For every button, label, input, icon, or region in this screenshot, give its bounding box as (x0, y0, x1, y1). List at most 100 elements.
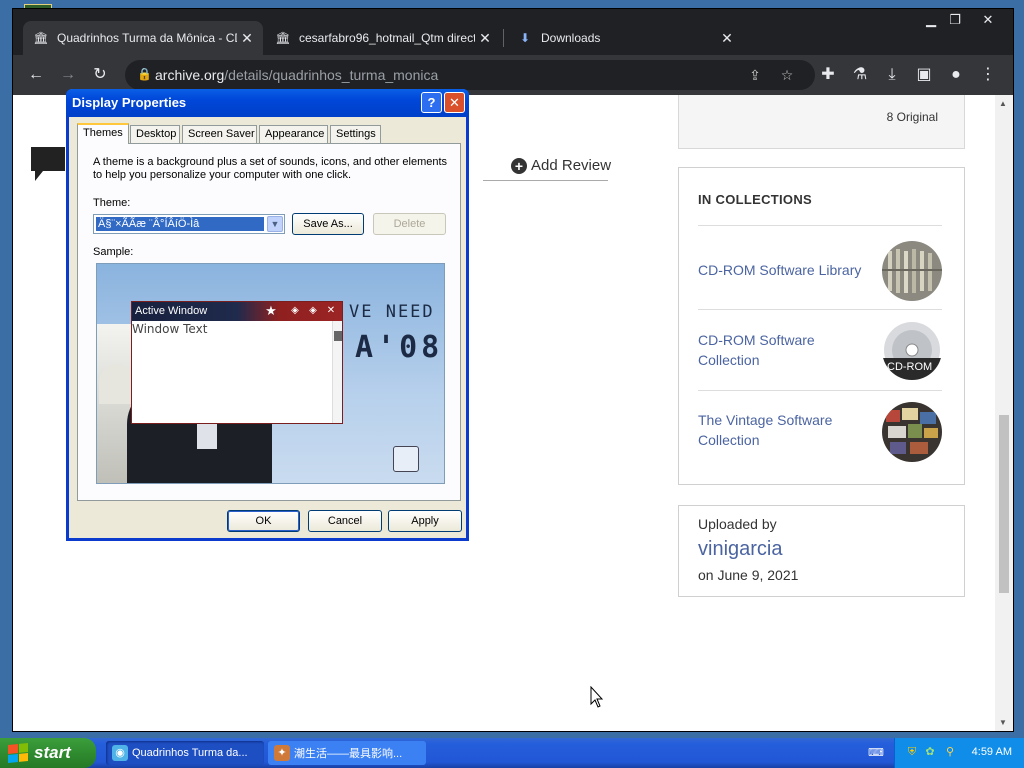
tab-quadrinhos[interactable]: 🏛 Quadrinhos Turma da Mônica - CD-R ✕ (23, 21, 263, 55)
minimize-icon: ◈ (291, 305, 299, 316)
tab-screen-saver[interactable]: Screen Saver (182, 125, 257, 143)
sample-active-window: Active Window ★ ◈ ◈ ✕ Window Text (131, 301, 343, 424)
theme-description: A theme is a background plus a set of so… (93, 156, 448, 181)
collection-thumbnail[interactable] (882, 402, 942, 462)
ok-button[interactable]: OK (227, 510, 300, 532)
labs-flask-icon[interactable]: ⚗ (847, 62, 873, 88)
page-scrollbar[interactable]: ▲ ▼ (995, 95, 1013, 731)
collection-item[interactable]: CD-ROM Software Library (698, 240, 942, 302)
collection-thumbnail[interactable] (882, 241, 942, 301)
extensions-icon[interactable]: ✚ (815, 62, 841, 88)
theme-label: Theme: (93, 197, 131, 209)
delete-button[interactable]: Delete (373, 213, 446, 235)
maximize-icon[interactable]: ❐ (939, 9, 971, 31)
theme-selected-value: Ä§¨×ÃÃæ ¨Â°ÍÂíÖ-Ìâ (96, 217, 264, 231)
menu-kebab-icon[interactable]: ⋮ (975, 62, 1001, 88)
close-icon: ✕ (326, 305, 336, 316)
taskbar-item-label: Quadrinhos Turma da... (132, 747, 248, 759)
original-count[interactable]: 8 Original (887, 110, 938, 124)
capitol-dome (99, 364, 135, 404)
dialog-title: Display Properties (72, 95, 187, 110)
scrollbar-thumb[interactable] (999, 415, 1009, 593)
taskbar-item-site[interactable]: ✦ 潮生活——最具影响... (268, 741, 426, 765)
chevron-down-icon[interactable]: ▼ (267, 216, 283, 232)
files-panel: 8 Original (678, 95, 965, 149)
maximize-icon: ◈ (309, 305, 317, 316)
forward-icon[interactable]: → (55, 62, 81, 88)
poster-text-line1: VE NEED (349, 302, 435, 322)
scroll-down-icon[interactable]: ▼ (999, 718, 1007, 727)
comment-icon (31, 147, 65, 181)
window-close-icon[interactable]: ✕ (971, 9, 1005, 31)
side-panel-icon[interactable]: ▣ (911, 62, 937, 88)
tab-cesarfabro[interactable]: 🏛 cesarfabro96_hotmail_Qtm director ✕ (265, 21, 501, 55)
close-icon[interactable]: ✕ (444, 92, 465, 113)
tab-title: cesarfabro96_hotmail_Qtm director (299, 31, 475, 45)
tab-desktop[interactable]: Desktop (130, 125, 180, 143)
collection-item[interactable]: The Vintage Software Collection (698, 402, 942, 464)
back-icon[interactable]: ← (23, 62, 49, 88)
upload-date: on June 9, 2021 (698, 567, 799, 583)
reload-icon[interactable]: ↻ (87, 62, 113, 88)
taskbar-item-browser[interactable]: ◉ Quadrinhos Turma da... (106, 741, 264, 765)
tab-separator (503, 29, 504, 47)
search-icon[interactable]: ⚲ (943, 745, 957, 759)
divider (698, 309, 942, 310)
divider (698, 225, 942, 226)
downloads-icon[interactable]: ⤓ (879, 62, 905, 88)
collections-panel: IN COLLECTIONS CD-ROM Software Library C… (678, 167, 965, 485)
tab-strip: 🏛 Quadrinhos Turma da Mônica - CD-R ✕ 🏛 … (13, 9, 1013, 55)
poster-text-line2: A'08 (355, 330, 444, 365)
start-label: start (34, 743, 71, 762)
theme-sample-preview: VE NEED A'08 Active Window ★ ◈ ◈ ✕ Windo… (96, 263, 445, 484)
taskbar-item-label: 潮生活——最具影响... (294, 748, 403, 760)
themes-tab-panel: A theme is a background plus a set of so… (77, 143, 461, 501)
sample-scroll-thumb (334, 331, 342, 341)
collection-link[interactable]: CD-ROM Software Collection (698, 330, 873, 370)
keyboard-icon[interactable]: ⌨ (868, 746, 884, 760)
scroll-up-icon[interactable]: ▲ (999, 99, 1007, 108)
system-tray: ⛨ ✿ ⚲ 4:59 AM (894, 738, 1024, 768)
shield-icon[interactable]: ⛨ (905, 745, 919, 759)
start-button[interactable]: start (0, 738, 96, 768)
sample-window-text: Window Text (132, 322, 208, 336)
tab-themes[interactable]: Themes (77, 123, 129, 144)
close-icon[interactable]: ✕ (475, 30, 495, 47)
collection-link[interactable]: CD-ROM Software Library (698, 260, 873, 280)
collection-link[interactable]: The Vintage Software Collection (698, 410, 873, 450)
archive-icon: 🏛 (275, 31, 291, 45)
address-bar[interactable]: 🔒 archive.org/details/quadrinhos_turma_m… (125, 60, 815, 90)
bookmark-star-icon[interactable]: ☆ (777, 65, 797, 85)
archive-icon: 🏛 (33, 31, 49, 45)
lock-icon[interactable]: 🔒 (137, 67, 153, 83)
collection-thumbnail[interactable]: CD-ROM (882, 320, 942, 380)
uploaded-by-label: Uploaded by (698, 516, 777, 532)
collection-item[interactable]: CD-ROM Software Collection CD-ROM (698, 320, 942, 382)
tab-downloads[interactable]: ⬇ Downloads ✕ (507, 21, 743, 55)
network-icon[interactable]: ✿ (923, 745, 937, 759)
help-icon[interactable]: ? (421, 92, 442, 113)
tab-appearance[interactable]: Appearance (259, 125, 328, 143)
profile-avatar-icon[interactable]: ● (943, 62, 969, 88)
url-path: /details/quadrinhos_turma_monica (224, 67, 439, 83)
browser-icon: ◉ (112, 745, 128, 761)
apply-button[interactable]: Apply (388, 510, 462, 532)
theme-dropdown[interactable]: Ä§¨×ÃÃæ ¨Â°ÍÂíÖ-Ìâ ▼ (93, 214, 285, 234)
close-icon[interactable]: ✕ (717, 30, 737, 47)
tab-settings[interactable]: Settings (330, 125, 381, 143)
collections-heading: IN COLLECTIONS (698, 192, 812, 207)
tab-title: Downloads (541, 31, 601, 45)
save-as-button[interactable]: Save As... (292, 213, 364, 235)
add-review-link[interactable]: + Add Review (511, 157, 611, 174)
uploader-link[interactable]: vinigarcia (698, 538, 782, 561)
cancel-button[interactable]: Cancel (308, 510, 382, 532)
mouse-cursor-icon (590, 686, 604, 708)
clock[interactable]: 4:59 AM (972, 746, 1012, 758)
dialog-titlebar[interactable]: Display Properties ? ✕ (66, 89, 469, 117)
close-icon[interactable]: ✕ (237, 30, 257, 47)
download-icon: ⬇ (519, 31, 531, 45)
taskbar: start ◉ Quadrinhos Turma da... ✦ 潮生活——最具… (0, 738, 1024, 768)
website-icon: ✦ (274, 745, 290, 761)
sample-label: Sample: (93, 246, 134, 258)
share-icon[interactable]: ⇪ (745, 65, 765, 85)
